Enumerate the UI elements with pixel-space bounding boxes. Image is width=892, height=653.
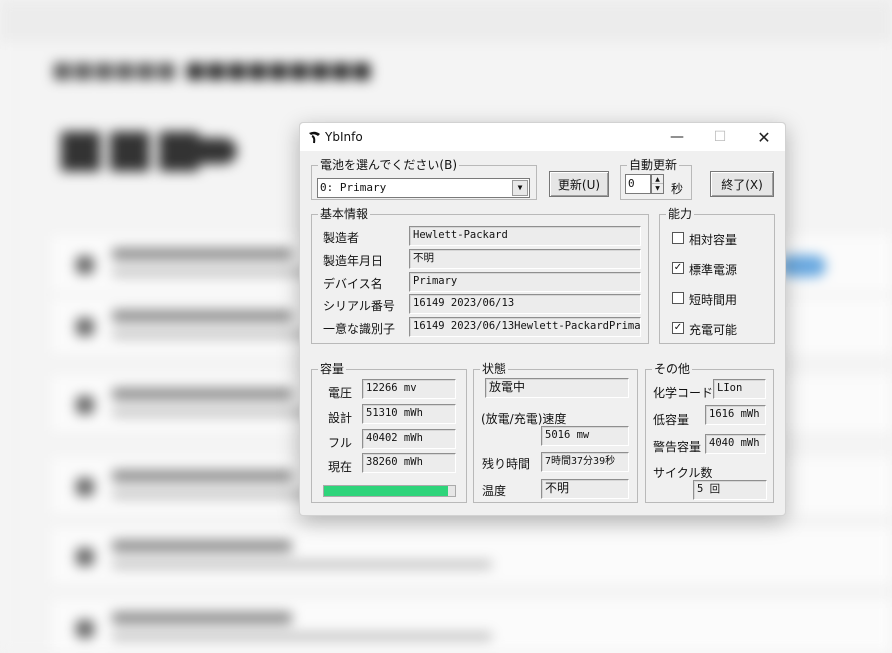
low-capacity-value: 1616 mWh xyxy=(705,405,766,425)
temperature-value: 不明 xyxy=(541,479,629,499)
full-capacity-label: フル xyxy=(328,436,353,450)
standard-power-label: 標準電源 xyxy=(689,263,738,277)
spin-down-icon[interactable]: ▼ xyxy=(652,184,663,193)
design-capacity-value: 51310 mWh xyxy=(362,404,456,424)
auto-refresh-label: 自動更新 xyxy=(627,158,680,172)
battery-select-dropdown[interactable]: 0: Primary ▼ xyxy=(317,178,530,198)
manufacturer-label: 製造者 xyxy=(323,231,360,245)
background-battery-icon xyxy=(185,138,237,164)
serial-number-value: 16149 2023/06/13 xyxy=(409,294,641,314)
voltage-label: 電圧 xyxy=(328,386,353,400)
status-label: 状態 xyxy=(480,362,509,376)
remaining-time-value: 7時間37分39秒 xyxy=(541,452,629,472)
relative-capacity-label: 相対容量 xyxy=(689,233,738,247)
temperature-label: 温度 xyxy=(482,484,507,498)
device-name-label: デバイス名 xyxy=(323,277,383,291)
warning-capacity-label: 警告容量 xyxy=(653,440,702,454)
chevron-down-icon[interactable]: ▼ xyxy=(512,180,528,196)
design-capacity-label: 設計 xyxy=(328,411,353,425)
battery-state-value: 放電中 xyxy=(485,378,629,398)
short-term-label: 短時間用 xyxy=(689,293,738,307)
auto-refresh-interval-input[interactable]: 0 xyxy=(625,174,651,194)
close-button[interactable]: ✕ xyxy=(742,123,786,151)
interval-spinner[interactable]: ▲ ▼ xyxy=(651,174,664,194)
relative-capacity-checkbox[interactable] xyxy=(672,232,684,244)
exit-button[interactable]: 終了(X) xyxy=(710,171,774,197)
rate-label: (放電/充電)速度 xyxy=(481,412,567,426)
chemistry-value: LIon xyxy=(713,379,766,399)
cycle-count-label: サイクル数 xyxy=(653,466,713,480)
close-icon: ✕ xyxy=(757,127,771,147)
background-toggle xyxy=(780,255,826,277)
manufacture-date-label: 製造年月日 xyxy=(323,254,384,268)
warning-capacity-value: 4040 mWh xyxy=(705,434,766,454)
manufacture-date-value: 不明 xyxy=(409,249,641,269)
current-capacity-label: 現在 xyxy=(328,460,353,474)
short-term-checkbox[interactable] xyxy=(672,292,684,304)
capability-label: 能力 xyxy=(666,207,695,221)
minimize-icon: — xyxy=(670,129,684,145)
rechargeable-label: 充電可能 xyxy=(689,323,738,337)
window-title: YbInfo xyxy=(325,130,363,144)
other-label: その他 xyxy=(652,362,693,376)
device-name-value: Primary xyxy=(409,272,641,292)
current-capacity-value: 38260 mWh xyxy=(362,453,456,473)
background-row xyxy=(52,600,892,653)
background-breadcrumb-parent: ■■■■■■ xyxy=(52,58,177,83)
battery-select-value: 0: Primary xyxy=(320,181,387,194)
auto-refresh-unit: 秒 xyxy=(671,182,684,196)
background-battery-percent: ■■■ xyxy=(56,118,204,178)
minimize-button[interactable]: — xyxy=(655,123,699,151)
chemistry-label: 化学コード xyxy=(653,386,714,400)
maximize-icon: ☐ xyxy=(713,129,727,145)
manufacturer-value: Hewlett-Packard xyxy=(409,226,641,246)
cycle-count-value: 5 回 xyxy=(693,480,767,500)
standard-power-checkbox[interactable]: ✓ xyxy=(672,262,684,274)
spin-up-icon[interactable]: ▲ xyxy=(652,175,663,184)
low-capacity-label: 低容量 xyxy=(653,413,690,427)
rechargeable-checkbox[interactable]: ✓ xyxy=(672,322,684,334)
app-logo-icon xyxy=(309,131,320,144)
background-breadcrumb-current: ■■■■■■■■■ xyxy=(185,58,373,83)
charge-level-bar xyxy=(323,485,456,497)
serial-number-label: シリアル番号 xyxy=(323,299,395,313)
background-header-bar xyxy=(0,0,892,42)
unique-id-label: 一意な識別子 xyxy=(323,322,396,336)
background-row xyxy=(52,528,892,586)
refresh-button[interactable]: 更新(U) xyxy=(549,171,609,197)
rate-value: 5016 mw xyxy=(541,426,629,446)
unique-id-value: 16149 2023/06/13Hewlett-PackardPrimary xyxy=(409,317,641,337)
charge-level-fill xyxy=(324,486,449,496)
voltage-value: 12266 mv xyxy=(362,379,456,399)
full-capacity-value: 40402 mWh xyxy=(362,429,456,449)
basic-info-label: 基本情報 xyxy=(318,207,371,221)
title-bar[interactable]: YbInfo — ☐ ✕ xyxy=(300,123,785,151)
capacity-label: 容量 xyxy=(318,362,347,376)
remaining-time-label: 残り時間 xyxy=(482,457,531,471)
maximize-button[interactable]: ☐ xyxy=(698,123,742,151)
battery-select-label: 電池を選んでください(B) xyxy=(318,158,459,172)
